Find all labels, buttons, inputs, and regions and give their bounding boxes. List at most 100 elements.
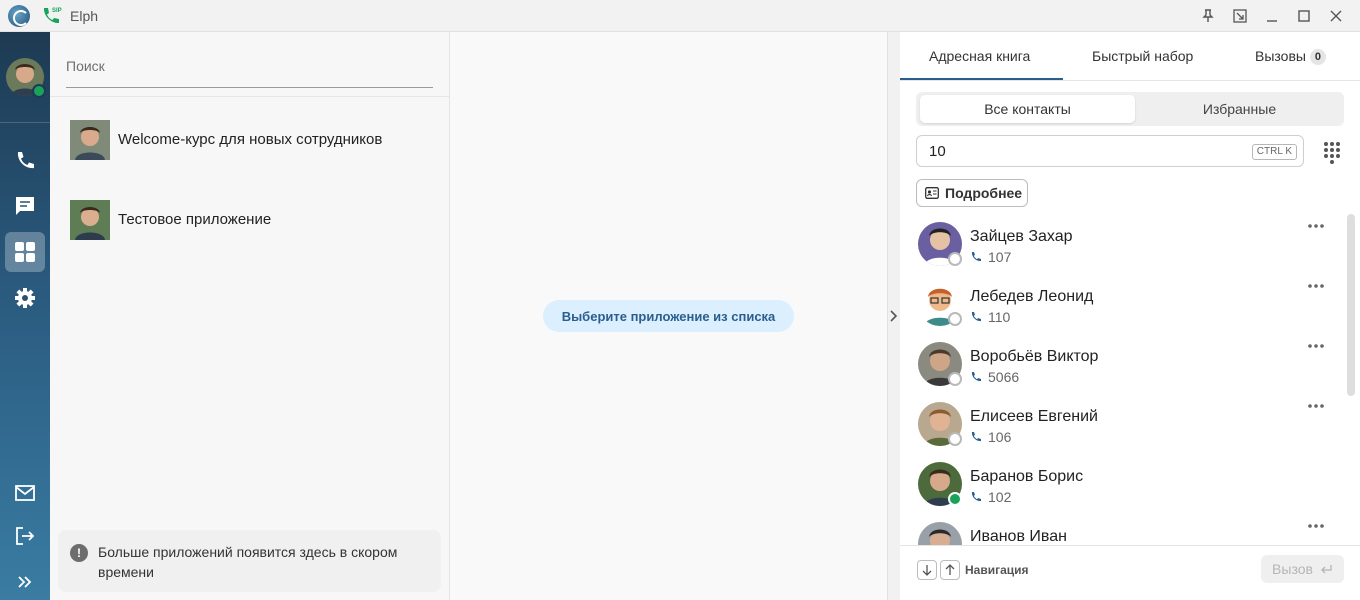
apps-grid-icon — [15, 242, 35, 262]
title-bar: SIP Elph — [0, 0, 1360, 32]
apps-notice: ! Больше приложений появится здесь в ско… — [58, 530, 441, 592]
extension-number: 107 — [988, 249, 1012, 265]
contacts-list: Зайцев Захар 107 Лебедев Леонид 110 Воро… — [900, 212, 1360, 545]
maximize-button[interactable] — [1294, 6, 1314, 26]
contacts-scrollbar[interactable] — [1347, 214, 1355, 396]
nav-down-key — [917, 560, 937, 580]
arrow-up-icon — [945, 564, 955, 575]
rail-calls[interactable] — [5, 141, 45, 181]
contact-row[interactable]: Лебедев Леонид 110 — [900, 274, 1340, 334]
contact-extension: 106 — [970, 429, 1011, 445]
rail-expand[interactable] — [5, 562, 45, 600]
rail-apps[interactable] — [5, 232, 45, 272]
enter-key-icon — [1321, 565, 1332, 574]
presence-offline-icon — [948, 312, 962, 326]
more-options-icon[interactable] — [1306, 520, 1326, 532]
minimize-icon — [1267, 20, 1277, 22]
extension-number: 110 — [988, 309, 1011, 325]
calls-count-badge: 0 — [1309, 49, 1326, 65]
contact-name: Зайцев Захар — [970, 228, 1073, 245]
window-title: Elph — [70, 8, 99, 24]
phone-icon — [971, 312, 981, 322]
arrow-down-icon — [922, 565, 932, 576]
minimize-button[interactable] — [1262, 6, 1282, 26]
app-name: Welcome-курс для новых сотрудников — [118, 131, 383, 148]
shortcut-hint: CTRL K — [1251, 144, 1297, 160]
contact-row[interactable]: Баранов Борис 102 — [900, 454, 1340, 514]
contact-search-input[interactable] — [929, 136, 1229, 166]
tabs-divider — [900, 80, 1360, 81]
pin-button[interactable] — [1198, 6, 1218, 26]
chevrons-right-icon — [18, 576, 32, 588]
more-options-icon[interactable] — [1306, 220, 1326, 232]
tab-calls[interactable]: Вызовы 0 — [1255, 48, 1326, 65]
phone-icon — [971, 372, 981, 382]
presence-offline-icon — [948, 252, 962, 266]
nav-up-key — [940, 560, 960, 580]
presence-offline-icon — [948, 432, 962, 446]
app-avatar — [70, 200, 110, 240]
apps-divider — [50, 96, 450, 97]
extension-number: 5066 — [988, 369, 1020, 385]
contact-extension: 110 — [970, 309, 1010, 325]
more-options-icon[interactable] — [1306, 340, 1326, 352]
compact-mode-button[interactable] — [1230, 6, 1250, 26]
chevron-right-icon[interactable] — [889, 308, 899, 324]
contact-card-icon — [925, 187, 939, 199]
apps-search-input[interactable] — [66, 44, 433, 87]
more-options-icon[interactable] — [1306, 400, 1326, 412]
mail-icon — [15, 485, 35, 501]
rail-mail[interactable] — [5, 473, 45, 513]
svg-text:SIP: SIP — [52, 8, 62, 14]
contact-name: Иванов Иван — [970, 528, 1067, 545]
contact-row[interactable]: Иванов Иван — [900, 514, 1340, 545]
contact-extension: 5066 — [970, 369, 1019, 385]
contact-name: Лебедев Леонид — [970, 288, 1094, 305]
contact-row[interactable]: Зайцев Захар 107 — [900, 214, 1340, 274]
navigation-hint: Навигация — [965, 563, 1029, 577]
contacts-footer: Навигация Вызов — [900, 545, 1360, 600]
gear-icon — [15, 288, 35, 308]
chat-icon — [16, 197, 34, 215]
app-item-welcome[interactable]: Welcome-курс для новых сотрудников — [50, 110, 450, 170]
rail-divider — [0, 122, 50, 123]
phone-icon — [971, 252, 981, 262]
tab-speed-dial[interactable]: Быстрый набор — [1092, 48, 1193, 64]
rail-settings[interactable] — [5, 278, 45, 318]
more-options-icon[interactable] — [1306, 280, 1326, 292]
contact-search: CTRL K — [916, 135, 1304, 167]
filter-favorites[interactable]: Избранные — [1132, 95, 1347, 123]
contact-name: Елисеев Евгений — [970, 408, 1098, 425]
presence-offline-icon — [948, 372, 962, 386]
app-avatar — [70, 120, 110, 160]
call-button[interactable]: Вызов — [1261, 555, 1344, 583]
maximize-icon — [1298, 10, 1310, 22]
rail-logout[interactable] — [5, 516, 45, 556]
phone-icon — [17, 152, 34, 169]
empty-state-label: Выберите приложение из списка — [543, 300, 794, 332]
contact-row[interactable]: Елисеев Евгений 106 — [900, 394, 1340, 454]
contact-name: Воробьёв Виктор — [970, 348, 1099, 365]
contacts-panel: Адресная книга Быстрый набор Вызовы 0 Все… — [900, 32, 1360, 600]
rail-chats[interactable] — [5, 186, 45, 226]
compact-mode-icon — [1233, 9, 1247, 23]
close-icon — [1330, 10, 1342, 22]
logout-icon — [16, 527, 35, 545]
dialpad-icon[interactable] — [1322, 140, 1342, 164]
app-name: Тестовое приложение — [118, 211, 272, 228]
extension-number: 106 — [988, 429, 1012, 445]
tab-address-book[interactable]: Адресная книга — [929, 48, 1030, 64]
contacts-filter: Все контакты Избранные — [916, 92, 1344, 126]
contact-extension: 107 — [970, 249, 1011, 265]
close-button[interactable] — [1326, 6, 1346, 26]
phone-icon — [971, 492, 981, 502]
info-icon: ! — [70, 544, 88, 562]
tab-calls-label: Вызовы — [1255, 48, 1306, 64]
app-item-test[interactable]: Тестовое приложение — [50, 190, 450, 250]
contact-extension: 102 — [970, 489, 1011, 505]
call-label: Вызов — [1272, 561, 1313, 577]
details-button[interactable]: Подробнее — [916, 179, 1028, 207]
contact-row[interactable]: Воробьёв Виктор 5066 — [900, 334, 1340, 394]
filter-all-contacts[interactable]: Все контакты — [920, 95, 1135, 123]
details-label: Подробнее — [945, 185, 1023, 201]
